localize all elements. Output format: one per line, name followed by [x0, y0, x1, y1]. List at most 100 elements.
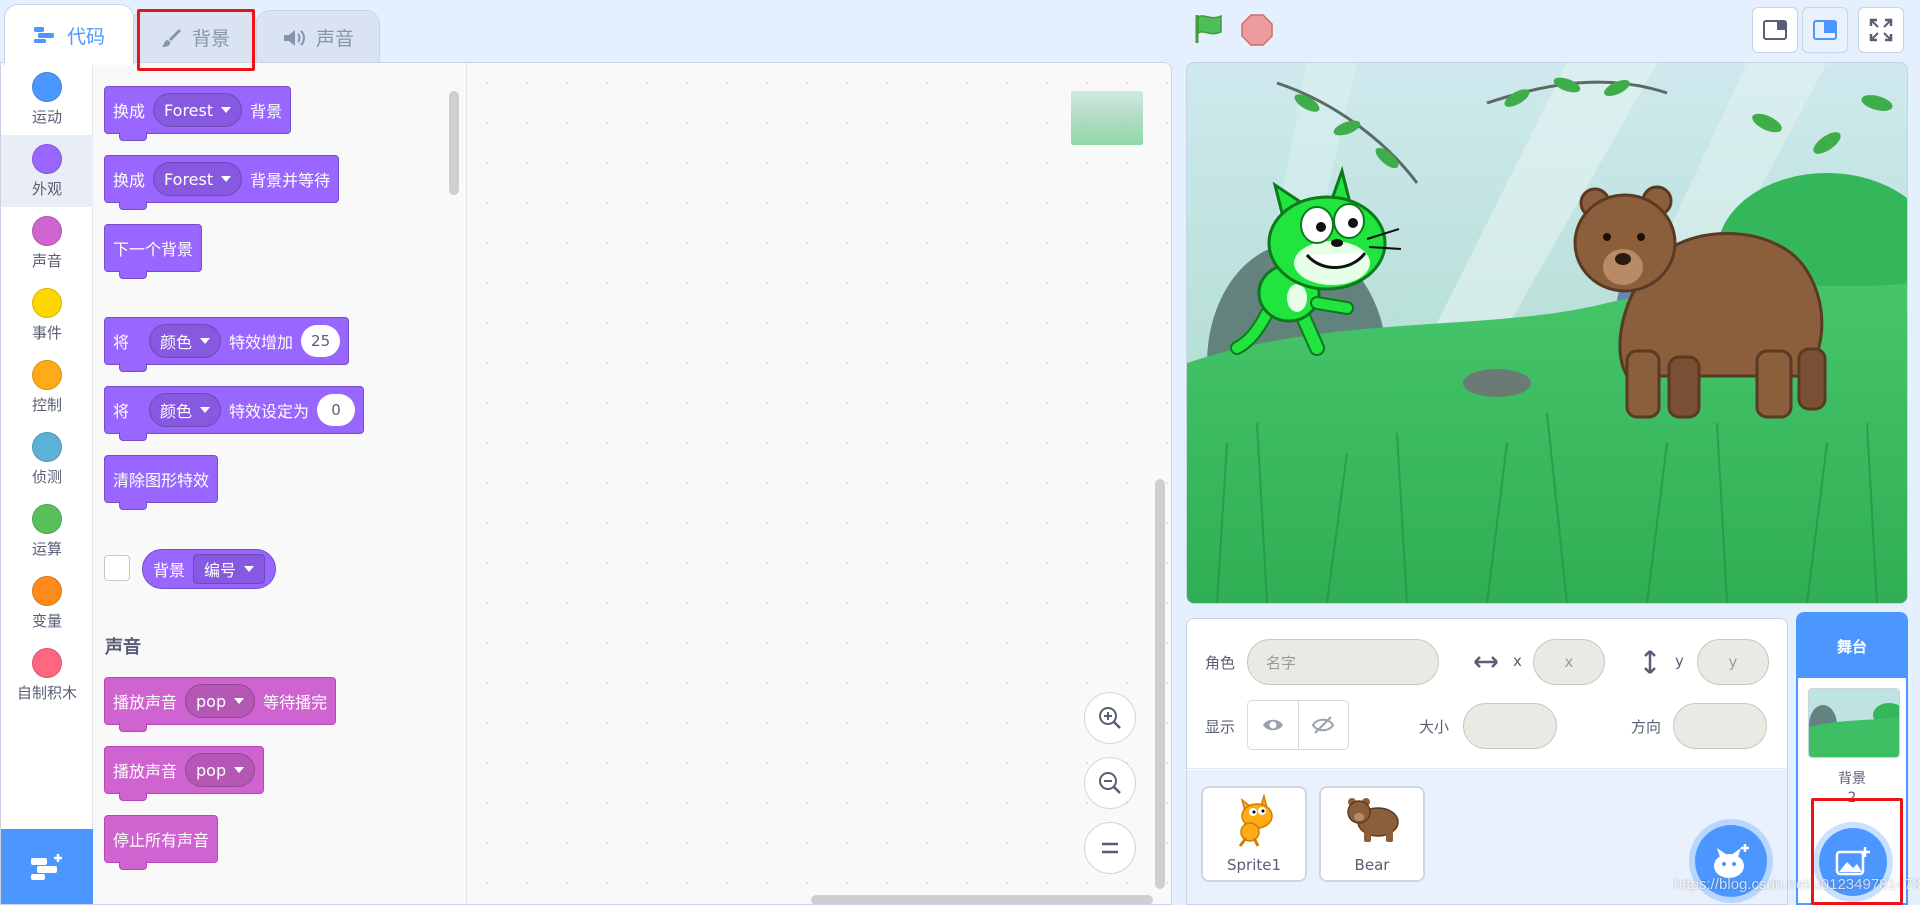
- dropdown-value: pop: [196, 760, 227, 780]
- block-text: 背景并等待: [250, 171, 331, 190]
- block-start-sound[interactable]: 播放声音 pop: [104, 746, 265, 801]
- caret-down-icon: [234, 767, 245, 773]
- add-extension-button[interactable]: [1, 829, 93, 904]
- sound-dropdown[interactable]: pop: [185, 684, 256, 718]
- block-text: 清除图形特效: [113, 471, 210, 490]
- effect-amount-input[interactable]: 25: [301, 325, 341, 357]
- block-text: 换成: [113, 171, 146, 190]
- backdrop-property-dropdown[interactable]: 编号: [193, 554, 266, 584]
- normal-stage-button[interactable]: [1802, 7, 1848, 53]
- block-next-backdrop[interactable]: 下一个背景: [104, 224, 203, 279]
- category-label: 变量: [31, 611, 62, 630]
- fullscreen-button[interactable]: [1858, 7, 1904, 53]
- category-control[interactable]: 控制: [1, 351, 93, 423]
- cat-sprite[interactable]: [1227, 163, 1407, 363]
- sprite-name-field[interactable]: 名字: [1247, 639, 1439, 685]
- y-position-field[interactable]: y: [1697, 639, 1769, 685]
- small-stage-layout-icon: [1763, 20, 1787, 40]
- block-play-sound-until-done[interactable]: 播放声音 pop 等待播完: [104, 677, 337, 732]
- category-events[interactable]: 事件: [1, 279, 93, 351]
- tab-backdrops[interactable]: 背景: [132, 10, 258, 64]
- dropdown-value: pop: [196, 691, 227, 711]
- sprite-thumbnail-watermark: [1071, 91, 1143, 145]
- block-switch-backdrop-and-wait[interactable]: 换成 Forest 背景并等待: [104, 155, 340, 210]
- equals-icon: [1102, 842, 1118, 854]
- category-looks[interactable]: 外观: [1, 135, 93, 207]
- events-dot-icon: [32, 287, 62, 318]
- effect-dropdown[interactable]: 颜色: [149, 393, 222, 427]
- category-label: 事件: [31, 323, 62, 342]
- backdrop-number-checkbox[interactable]: [104, 555, 130, 581]
- show-label: 显示: [1205, 718, 1236, 736]
- zoom-out-button[interactable]: [1084, 757, 1136, 809]
- code-icon: [33, 27, 54, 43]
- category-sound[interactable]: 声音: [1, 207, 93, 279]
- direction-field[interactable]: [1673, 703, 1767, 749]
- tab-sounds[interactable]: 声音: [256, 10, 380, 64]
- block-clear-graphic-effects[interactable]: 清除图形特效: [104, 455, 219, 510]
- eye-icon: [1262, 719, 1283, 731]
- backdrop-dropdown[interactable]: Forest: [153, 162, 243, 196]
- brush-icon: [161, 28, 181, 47]
- block-stop-all-sounds[interactable]: 停止所有声音: [104, 815, 219, 870]
- green-flag-button[interactable]: [1193, 13, 1225, 49]
- looks-dot-icon: [32, 143, 62, 174]
- block-set-effect[interactable]: 将 颜色 特效设定为 0: [104, 386, 365, 441]
- show-sprite-button[interactable]: [1248, 701, 1298, 749]
- block-text: 将: [113, 333, 130, 352]
- block-text: 播放声音: [113, 693, 178, 712]
- sprite-info-pane: 角色 名字 x x y y 显示 大小 方向 Sprite1 Bear: [1186, 618, 1788, 905]
- block-change-effect[interactable]: 将 颜色 特效增加 25: [104, 317, 350, 372]
- speaker-icon: [283, 29, 305, 46]
- stage-backdrop-thumbnail: [1808, 688, 1900, 758]
- size-field[interactable]: [1463, 703, 1557, 749]
- caret-down-icon: [221, 107, 232, 113]
- sprite-card-sprite1[interactable]: Sprite1: [1201, 786, 1307, 882]
- dropdown-value: 颜色: [160, 333, 193, 352]
- workspace-vertical-scrollbar[interactable]: [1155, 479, 1165, 889]
- effect-value-input[interactable]: 0: [317, 394, 356, 426]
- forest-thumbnail: [1809, 689, 1899, 757]
- block-text: 等待播完: [263, 693, 328, 712]
- green-flag-icon: [1195, 14, 1222, 43]
- bear-sprite[interactable]: [1557, 181, 1847, 431]
- sprite-card-bear[interactable]: Bear: [1319, 786, 1425, 882]
- x-position-field[interactable]: x: [1533, 639, 1605, 685]
- effect-dropdown[interactable]: 颜色: [149, 324, 222, 358]
- stage-canvas[interactable]: [1186, 62, 1908, 604]
- caret-down-icon: [200, 338, 211, 344]
- zoom-reset-button[interactable]: [1084, 822, 1136, 874]
- sound-dropdown[interactable]: pop: [185, 753, 256, 787]
- workspace-horizontal-scrollbar[interactable]: [811, 895, 1153, 904]
- block-switch-backdrop[interactable]: 换成 Forest 背景: [104, 86, 292, 141]
- palette-scrollbar[interactable]: [449, 91, 459, 195]
- add-backdrop-icon: [1835, 847, 1870, 876]
- script-workspace[interactable]: [467, 63, 1171, 904]
- dropdown-value: Forest: [164, 100, 214, 120]
- sprite-info: 角色 名字 x x y y 显示 大小 方向: [1187, 619, 1787, 769]
- hide-sprite-button[interactable]: [1297, 701, 1348, 749]
- block-backdrop-reporter[interactable]: 背景 编号: [142, 549, 277, 589]
- tab-code[interactable]: 代码: [4, 4, 134, 65]
- block-text: 停止所有声音: [113, 831, 210, 850]
- block-palette: 换成 Forest 背景 换成 Forest 背景并等待 下一个背景 将 颜色: [93, 63, 467, 904]
- category-operators[interactable]: 运算: [1, 495, 93, 567]
- block-text: 背景: [250, 102, 283, 121]
- backdrop-dropdown[interactable]: Forest: [153, 93, 243, 127]
- category-motion[interactable]: 运动: [1, 63, 93, 135]
- category-sensing[interactable]: 侦测: [1, 423, 93, 495]
- normal-stage-layout-icon: [1813, 20, 1837, 40]
- stage-selector[interactable]: 舞台 背景 2: [1796, 612, 1908, 905]
- variables-dot-icon: [32, 575, 62, 606]
- add-cat-icon: [1714, 844, 1749, 878]
- category-my-blocks[interactable]: 自制积木: [1, 639, 93, 711]
- cat-sprite-icon: [1238, 794, 1273, 847]
- zoom-in-button[interactable]: [1084, 692, 1136, 744]
- x-label: x: [1513, 652, 1522, 670]
- stop-button[interactable]: [1241, 14, 1273, 46]
- small-stage-button[interactable]: [1752, 7, 1798, 53]
- category-variables[interactable]: 变量: [1, 567, 93, 639]
- caret-down-icon: [200, 407, 211, 413]
- watermark-text: https://blog.csdn.net/u012349781478: [1674, 876, 1920, 893]
- sensing-dot-icon: [32, 431, 62, 462]
